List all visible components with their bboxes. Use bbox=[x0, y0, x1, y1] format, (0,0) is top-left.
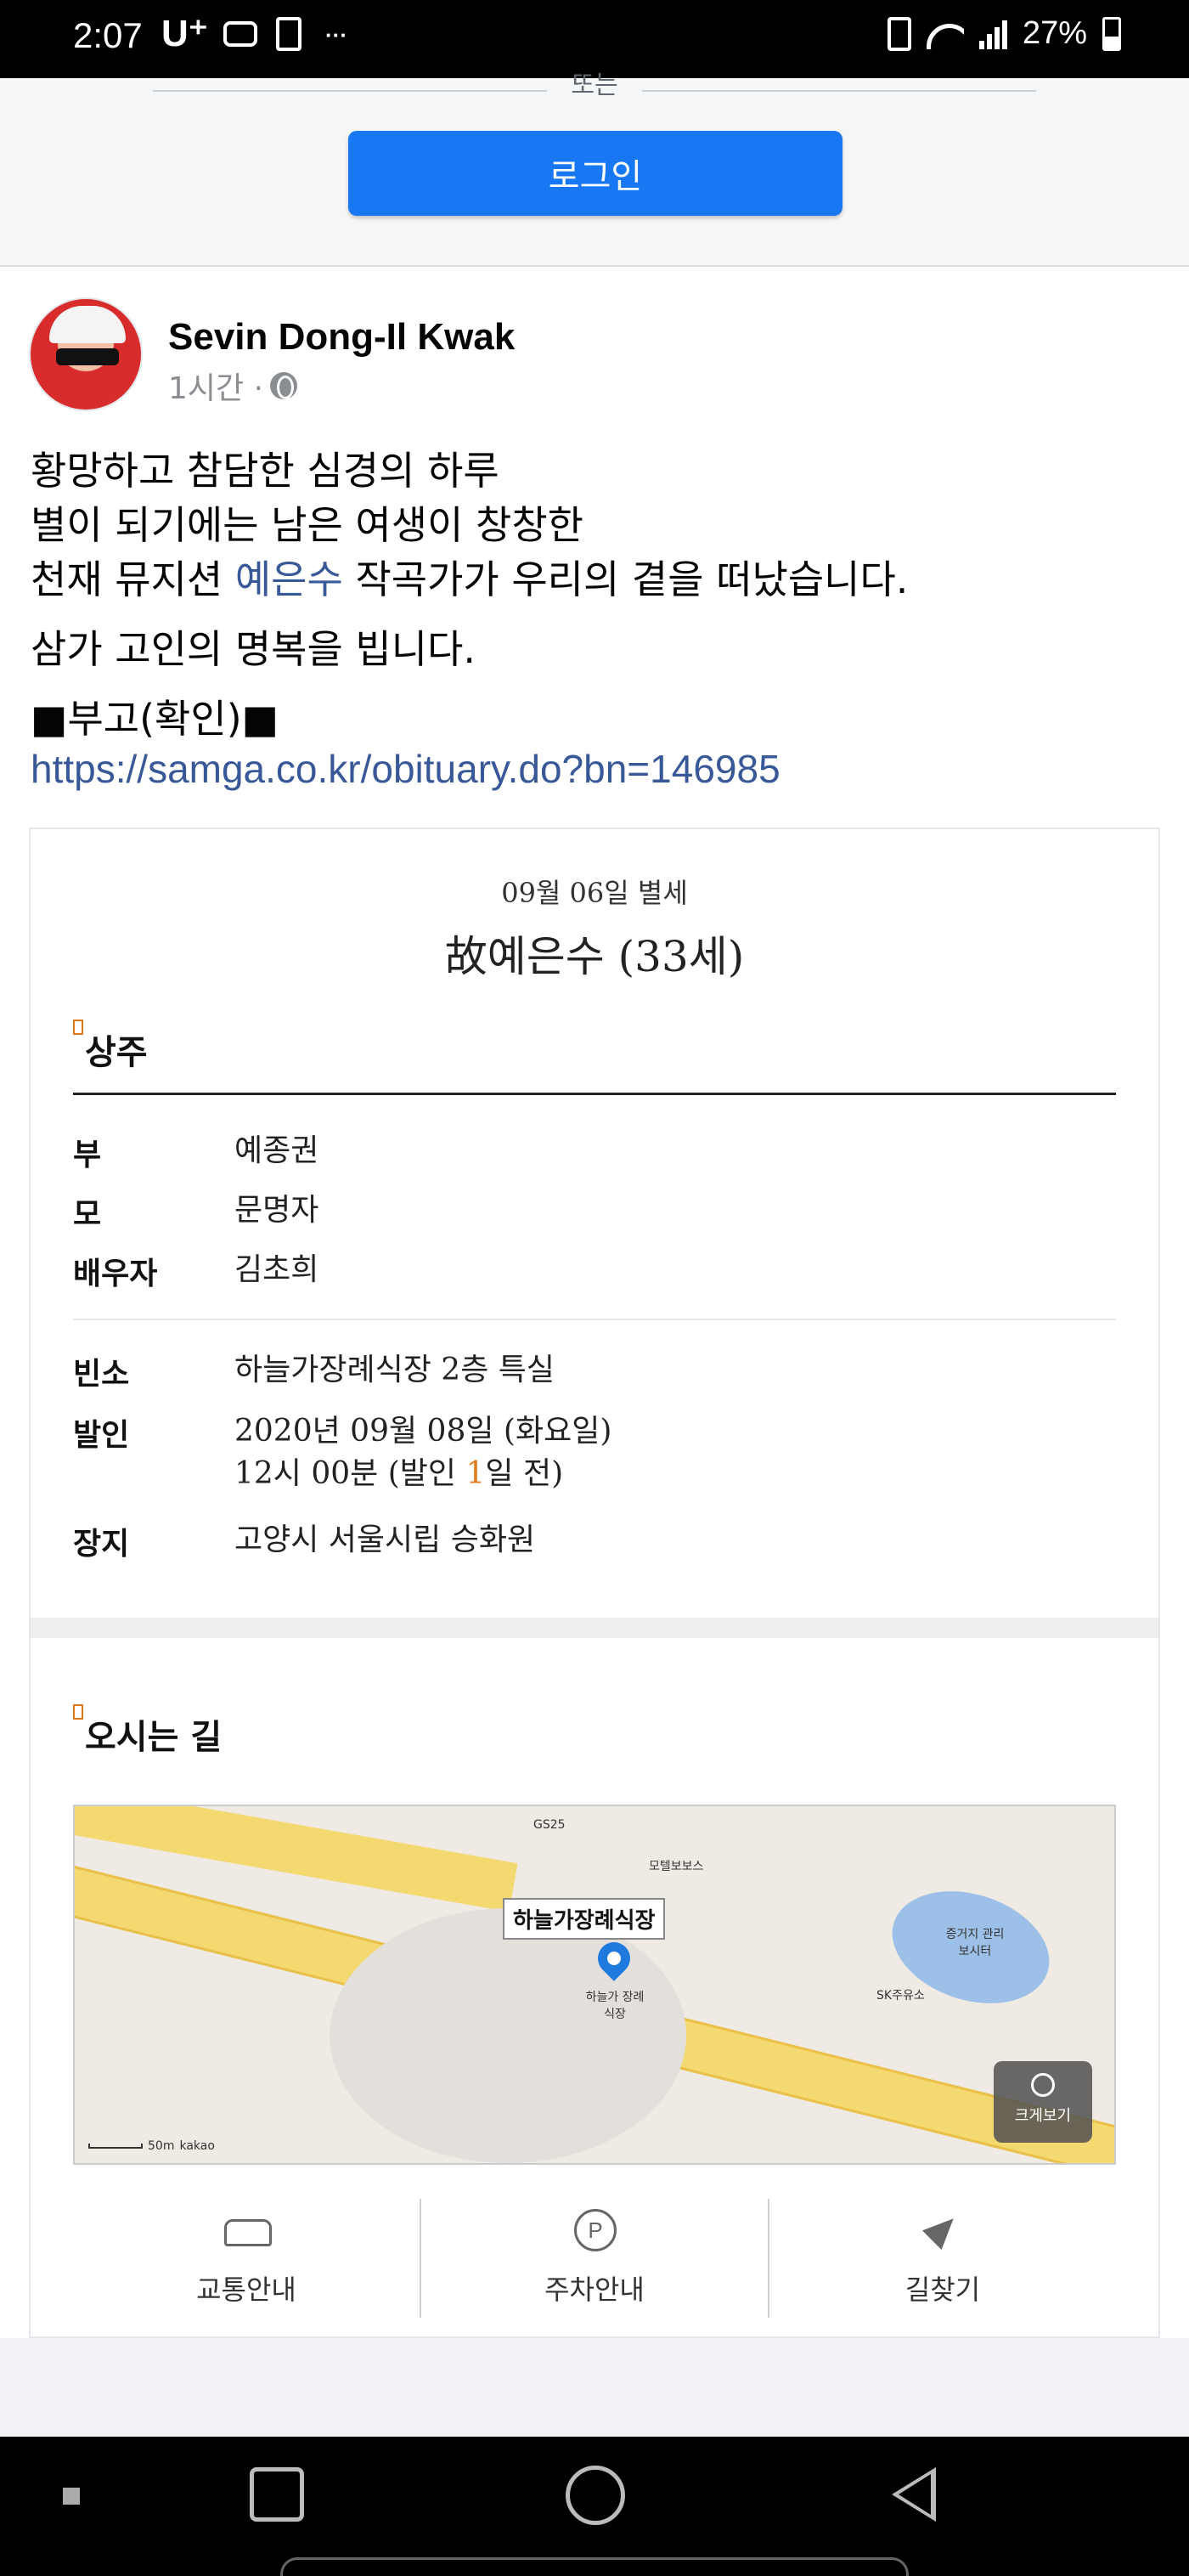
mourner-row: 부 예종권 bbox=[73, 1133, 319, 1172]
obituary-link[interactable]: https://samga.co.kr/obituary.do?bn=14698… bbox=[31, 746, 780, 792]
vibrate-icon bbox=[887, 16, 911, 51]
section-band bbox=[31, 1618, 1158, 1638]
or-text: 또는 bbox=[571, 71, 618, 100]
status-right-icons: 27% bbox=[887, 15, 1121, 52]
recent-apps-icon[interactable] bbox=[250, 2467, 304, 2522]
map-label: GS25 bbox=[533, 1818, 566, 1832]
map-scale: 50m kakao bbox=[88, 2139, 215, 2153]
map-place-badge: 하늘가장례식장 bbox=[503, 1898, 666, 1940]
login-button[interactable]: 로그인 bbox=[348, 131, 842, 216]
obituary-name: 故예은수 (33세) bbox=[444, 932, 745, 981]
post-line: 황망하고 참담한 심경의 하루 bbox=[31, 448, 499, 494]
map-zoom-button[interactable]: 크게보기 bbox=[994, 2061, 1092, 2143]
parking-icon bbox=[569, 2209, 620, 2251]
transport-button[interactable]: 교통안내 bbox=[73, 2199, 420, 2318]
section-rule bbox=[73, 1093, 1116, 1095]
more-notifications-icon: ··· bbox=[325, 22, 347, 48]
directions-title: 오시는 길 bbox=[73, 1704, 222, 1759]
post-line: 삼가 고인의 명복을 빕니다. bbox=[31, 626, 476, 672]
map-label: SK주유소 bbox=[876, 1989, 925, 2003]
post-author[interactable]: Sevin Dong-Il Kwak bbox=[168, 316, 515, 359]
room-row: 빈소 하늘가장례식장 2층 특실 bbox=[73, 1353, 555, 1392]
navigation-icon bbox=[917, 2209, 968, 2250]
or-divider: 또는 bbox=[153, 71, 1037, 104]
home-icon[interactable] bbox=[566, 2466, 625, 2525]
status-time: 2:07 bbox=[73, 15, 143, 55]
search-icon bbox=[1031, 2073, 1055, 2097]
obituary-card[interactable]: 09월 06일 별세 故예은수 (33세) 상주 부 예종권 모 문명자 배우자… bbox=[29, 828, 1160, 2338]
status-left-icons: U⁺ ··· bbox=[161, 12, 347, 55]
map-label: 하늘가 장례식장 bbox=[585, 1991, 645, 2021]
page-bottom bbox=[0, 2338, 1189, 2437]
carrier-label: U⁺ bbox=[161, 13, 208, 54]
login-section: 또는 로그인 bbox=[0, 71, 1189, 267]
gesture-pill bbox=[280, 2557, 909, 2576]
system-nav-bar bbox=[0, 2437, 1189, 2576]
globe-icon bbox=[270, 372, 298, 399]
map[interactable]: GS25 모텔보보스 하늘가 장례식장 증거지 관리보시터 SK주유소 하늘가장… bbox=[73, 1805, 1116, 2165]
signal-icon bbox=[978, 19, 1007, 49]
car-mode-icon bbox=[223, 20, 257, 47]
nav-menu-icon[interactable] bbox=[63, 2488, 80, 2505]
map-label: 증거지 관리보시터 bbox=[945, 1928, 1005, 1958]
post-line: ■부고(확인)■ bbox=[31, 696, 279, 742]
directions-button[interactable]: 길찾기 bbox=[768, 2199, 1116, 2318]
post-time[interactable]: 1시간 · bbox=[168, 364, 263, 408]
mourners-title: 상주 bbox=[73, 1020, 148, 1074]
post-line: 천재 뮤지션 예은수 작곡가가 우리의 곁을 떠났습니다. bbox=[31, 556, 909, 602]
battery-icon bbox=[1102, 16, 1121, 51]
mention-link[interactable]: 예은수 bbox=[235, 556, 343, 602]
burial-row: 장지 고양시 서울시립 승화원 bbox=[73, 1522, 536, 1562]
obituary-date: 09월 06일 별세 bbox=[501, 877, 688, 909]
avatar[interactable] bbox=[29, 297, 143, 411]
map-actions: 교통안내 주차안내 길찾기 bbox=[73, 2199, 1116, 2318]
car-icon bbox=[221, 2209, 272, 2250]
post-line: 별이 되기에는 남은 여생이 창창한 bbox=[31, 502, 583, 548]
mourner-row: 모 문명자 bbox=[73, 1193, 319, 1232]
map-label: 모텔보보스 bbox=[649, 1860, 704, 1873]
back-icon[interactable] bbox=[892, 2467, 936, 2522]
mourner-row: 배우자 김초희 bbox=[73, 1252, 319, 1291]
divider bbox=[73, 1319, 1116, 1320]
battery-percent: 27% bbox=[1022, 15, 1087, 51]
wifi-icon bbox=[926, 19, 964, 49]
post-meta: 1시간 · bbox=[168, 364, 298, 408]
post-text: 황망하고 참담한 심경의 하루 별이 되기에는 남은 여생이 창창한 천재 뮤지… bbox=[31, 443, 1152, 761]
nfc-icon bbox=[276, 16, 301, 51]
departure-row: 발인 2020년 09월 08일 (화요일) 12시 00분 (발인 1일 전) bbox=[73, 1414, 612, 1491]
parking-button[interactable]: 주차안내 bbox=[420, 2199, 768, 2318]
